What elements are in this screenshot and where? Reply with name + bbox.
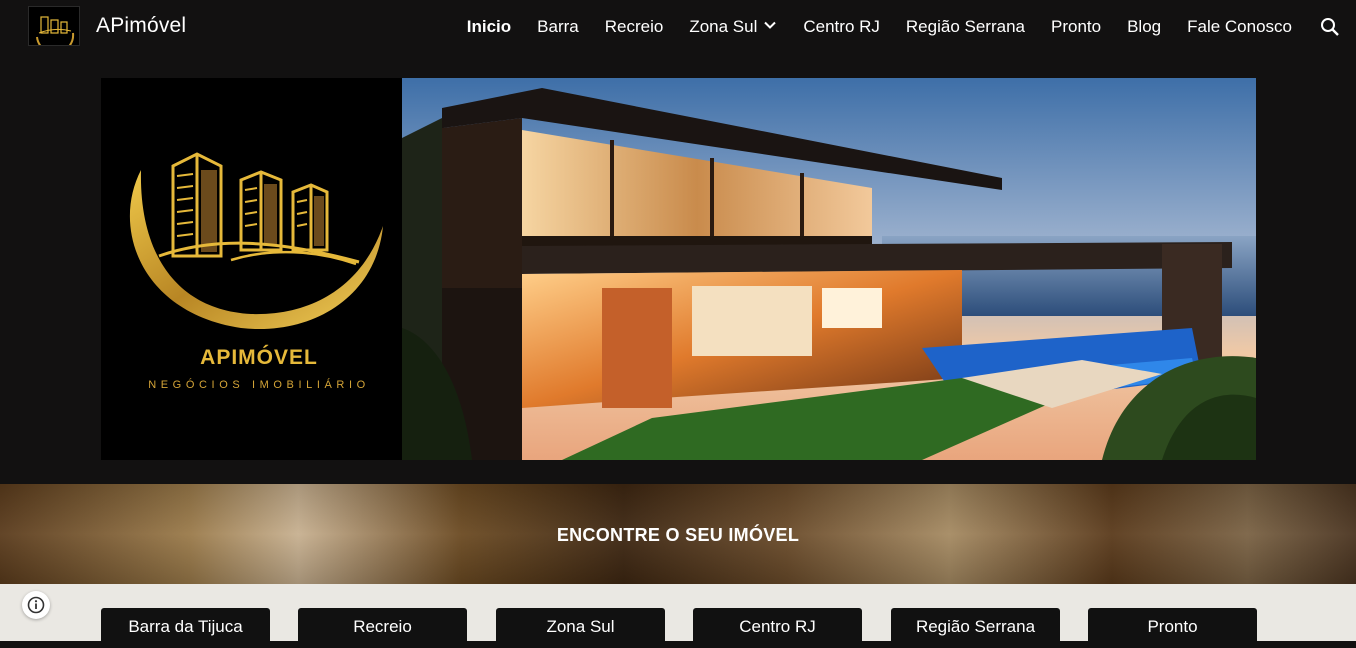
category-button-regiao-serrana[interactable]: Região Serrana [891,608,1060,648]
site-header: APimóvel Inicio Barra Recreio Zona Sul C… [0,0,1356,54]
category-button-zona-sul[interactable]: Zona Sul [496,608,665,648]
search-icon[interactable] [1318,15,1342,39]
site-logo[interactable] [28,6,80,46]
main-nav: Inicio Barra Recreio Zona Sul Centro RJ … [441,0,1356,54]
hero-house-photo [402,78,1256,460]
chevron-down-icon[interactable] [763,17,777,37]
category-button-centro-rj[interactable]: Centro RJ [693,608,862,648]
brand-logo-graphic [129,152,383,330]
hero-banner: APIMÓVEL NEGÓCIOS IMOBILIÁRIO [101,78,1256,460]
category-button-pronto[interactable]: Pronto [1088,608,1257,648]
search-band-title: ENCONTRE O SEU IMÓVEL [556,525,800,545]
brand-name: APIMÓVEL [200,346,318,369]
nav-item-inicio[interactable]: Inicio [467,17,511,37]
nav-item-zona-sul-label: Zona Sul [689,17,758,36]
nav-item-zona-sul[interactable]: Zona Sul [689,17,777,37]
brand-tagline: NEGÓCIOS IMOBILIÁRIO [148,379,370,391]
category-button-barra-da-tijuca[interactable]: Barra da Tijuca [101,608,270,648]
search-band: ENCONTRE O SEU IMÓVEL [0,484,1356,584]
nav-item-pronto[interactable]: Pronto [1051,17,1101,37]
category-button-recreio[interactable]: Recreio [298,608,467,648]
info-icon[interactable] [22,591,50,619]
category-row: Barra da Tijuca Recreio Zona Sul Centro … [0,584,1356,648]
nav-item-barra[interactable]: Barra [537,17,579,37]
nav-item-blog[interactable]: Blog [1127,17,1161,37]
nav-item-regiao-serrana[interactable]: Região Serrana [906,17,1025,37]
brand-panel: APIMÓVEL NEGÓCIOS IMOBILIÁRIO [101,78,402,460]
nav-item-centro-rj[interactable]: Centro RJ [803,17,880,37]
site-title[interactable]: APimóvel [96,14,186,38]
nav-item-fale-conosco[interactable]: Fale Conosco [1187,17,1292,37]
nav-item-recreio[interactable]: Recreio [605,17,664,37]
